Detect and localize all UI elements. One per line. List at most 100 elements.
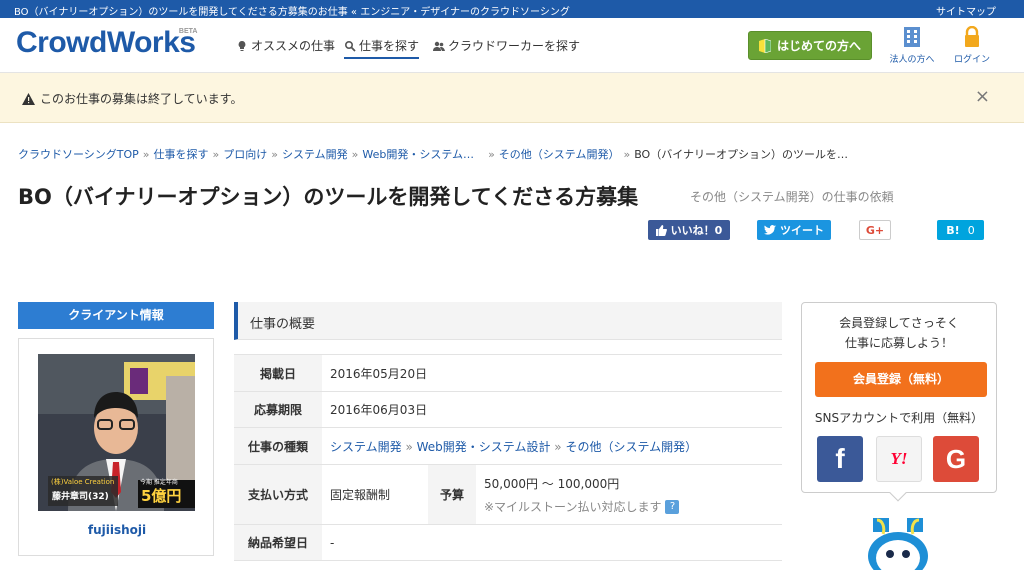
facebook-like-button[interactable]: いいね！0	[648, 220, 730, 240]
close-icon[interactable]: ×	[975, 86, 990, 107]
page-title: BO（バイナリーオプション）のツールを開発してくださる方募集	[18, 185, 639, 209]
photo-caption-person: 藤井章司(32)	[52, 492, 109, 502]
breadcrumb-sep: »	[271, 148, 278, 161]
yahoo-login-button[interactable]: Y!	[876, 436, 922, 482]
lock-icon	[965, 26, 979, 47]
logo-text: CrowdWorks	[16, 26, 196, 59]
budget-cell: 50,000円 〜 100,000円 ※マイルストーン払い対応します?	[476, 464, 782, 525]
search-icon	[344, 40, 356, 52]
facebook-like-label: いいね！0	[670, 224, 723, 237]
login-link[interactable]: ログイン	[942, 26, 1002, 65]
page-subtitle: その他（システム開発）の仕事の依頼	[690, 190, 894, 204]
payment-label: 支払い方式	[234, 464, 322, 525]
breadcrumb-sep: »	[212, 148, 220, 161]
budget-note-text: ※マイルストーン払い対応します	[484, 499, 662, 514]
site-header: CrowdWorks BETA オススメの仕事 仕事を探す クラウドワーカーを探…	[0, 18, 1024, 73]
client-avatar[interactable]: (株)Valoe Creation 藤井章司(32) 今期 推定年商 5億円	[38, 354, 195, 511]
delivery-value: -	[322, 524, 782, 561]
client-info-card: (株)Valoe Creation 藤井章司(32) 今期 推定年商 5億円 f…	[18, 338, 214, 556]
first-time-button[interactable]: はじめての方へ	[748, 31, 872, 60]
page-tagline: BO（バイナリーオプション）のツールを開発してくださる方募集のお仕事 « エンジ…	[14, 7, 570, 18]
corporate-label: 法人の方へ	[889, 55, 935, 65]
users-icon	[433, 41, 445, 51]
facebook-login-button[interactable]: f	[817, 436, 863, 482]
breadcrumb-item[interactable]: システム開発	[282, 148, 348, 161]
register-panel: 会員登録してさっそく 仕事に応募しよう！ 会員登録（無料） SNSアカウントで利…	[801, 302, 997, 502]
register-intro-line: 会員登録してさっそく	[839, 316, 959, 330]
job-type-value: システム開発 » Web開発・システム設計 » その他（システム開発）	[322, 427, 782, 465]
facebook-icon: f	[835, 443, 845, 474]
photo-caption-amount: 5億円	[141, 487, 182, 505]
category-link[interactable]: システム開発	[330, 440, 402, 454]
yahoo-icon: Y!	[890, 449, 908, 468]
table-row: 掲載日 2016年05月20日	[234, 354, 782, 392]
category-link[interactable]: Web開発・システム設計	[417, 440, 551, 454]
table-row: 支払い方式 固定報酬制 予算 50,000円 〜 100,000円 ※マイルスト…	[234, 464, 782, 525]
help-icon[interactable]: ?	[665, 500, 680, 514]
hatena-bookmark-button[interactable]: B! 0	[937, 220, 984, 240]
category-sep: »	[554, 439, 562, 454]
beginner-mark-icon	[758, 38, 771, 53]
notice-message: このお仕事の募集は終了しています。	[40, 92, 243, 106]
register-intro: 会員登録してさっそく 仕事に応募しよう！	[802, 313, 996, 353]
photo-caption-company: (株)Valoe Creation	[51, 478, 115, 486]
category-link[interactable]: その他（システム開発）	[565, 440, 697, 454]
hatena-count: 0	[967, 223, 975, 237]
table-row: 納品希望日 -	[234, 524, 782, 561]
category-sep: »	[405, 439, 413, 454]
budget-value: 50,000円 〜 100,000円	[484, 476, 620, 491]
tweet-button[interactable]: ツイート	[757, 220, 831, 240]
building-icon	[904, 27, 920, 47]
google-icon: G	[945, 443, 967, 474]
first-time-label: はじめての方へ	[776, 39, 861, 53]
thumbs-up-icon	[655, 224, 667, 236]
breadcrumb-sep: »	[623, 148, 631, 161]
breadcrumb-item[interactable]: その他（システム開発）	[499, 148, 620, 161]
twitter-bird-icon	[764, 225, 776, 235]
corporate-link[interactable]: 法人の方へ	[882, 26, 942, 65]
breadcrumb-sep: »	[488, 148, 495, 161]
client-name[interactable]: fujiishoji	[19, 523, 215, 537]
google-plus-button[interactable]: G+	[859, 220, 891, 240]
breadcrumb-item[interactable]: プロ向け	[223, 148, 267, 161]
nav-label: オススメの仕事	[251, 39, 336, 53]
register-button[interactable]: 会員登録（無料）	[815, 362, 987, 397]
beta-badge: BETA	[178, 28, 198, 35]
posted-label: 掲載日	[234, 354, 322, 392]
breadcrumb: クラウドソーシングTOP» 仕事を探す» プロ向け» システム開発» Web開発・システ…	[18, 146, 848, 162]
panel-pointer	[889, 484, 907, 502]
payment-value: 固定報酬制	[322, 464, 428, 525]
overview-heading: 仕事の概要	[234, 302, 782, 340]
budget-label: 予算	[428, 464, 476, 525]
sitemap-link[interactable]: サイトマップ	[936, 3, 996, 18]
crowdworks-logo[interactable]: CrowdWorks BETA	[16, 26, 198, 60]
nav-recommended-jobs[interactable]: オススメの仕事	[236, 37, 335, 54]
warning-icon	[22, 92, 35, 105]
nav-find-workers[interactable]: クラウドワーカーを探す	[433, 37, 580, 54]
mascot-icon	[868, 518, 928, 570]
table-row: 応募期限 2016年06月03日	[234, 391, 782, 428]
overview-heading-label: 仕事の概要	[250, 317, 316, 332]
google-login-button[interactable]: G	[933, 436, 979, 482]
breadcrumb-sep: »	[142, 148, 150, 161]
deadline-label: 応募期限	[234, 391, 322, 428]
budget-note: ※マイルストーン払い対応します?	[484, 498, 782, 515]
lightbulb-icon	[238, 40, 246, 51]
breadcrumb-item[interactable]: 仕事を探す	[154, 148, 209, 161]
breadcrumb-item[interactable]: Web開発・システム…	[362, 148, 474, 161]
client-info-heading: クライアント情報	[18, 302, 214, 329]
delivery-label: 納品希望日	[234, 524, 322, 561]
nav-find-jobs[interactable]: 仕事を探す	[344, 37, 420, 59]
nav-label: 仕事を探す	[359, 39, 420, 53]
deadline-value: 2016年06月03日	[322, 391, 782, 428]
hatena-label: B!	[946, 223, 960, 237]
table-row: 仕事の種類 システム開発 » Web開発・システム設計 » その他（システム開発…	[234, 427, 782, 465]
breadcrumb-sep: »	[351, 148, 359, 161]
job-type-label: 仕事の種類	[234, 427, 322, 465]
closed-notice: このお仕事の募集は終了しています。 ×	[0, 73, 1024, 123]
breadcrumb-current: BO（バイナリーオプション）のツールを…	[634, 148, 848, 161]
breadcrumb-item[interactable]: クラウドソーシングTOP	[18, 148, 139, 161]
top-bar: BO（バイナリーオプション）のツールを開発してくださる方募集のお仕事 « エンジ…	[0, 0, 1024, 18]
sns-label: SNSアカウントで利用（無料）	[814, 411, 984, 425]
login-label: ログイン	[953, 55, 990, 65]
